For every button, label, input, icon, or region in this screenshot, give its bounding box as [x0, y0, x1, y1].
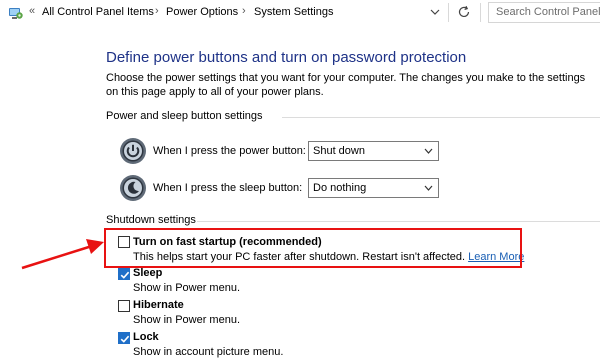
sleep-button-icon: [120, 175, 146, 201]
checkmark-icon: [120, 271, 130, 279]
chevron-down-icon: [424, 148, 433, 154]
red-arrow-icon: [21, 239, 104, 270]
page-title: Define power buttons and turn on passwor…: [106, 49, 467, 66]
chevron-right-icon[interactable]: ›: [242, 5, 246, 17]
sleep-button-action-value: Do nothing: [313, 182, 367, 194]
sleep-checkbox[interactable]: [118, 268, 130, 280]
control-panel-icon[interactable]: [8, 5, 24, 21]
hibernate-option-title: Hibernate: [133, 299, 184, 311]
group-divider: [197, 221, 600, 222]
sleep-option-description: Show in Power menu.: [133, 282, 240, 294]
hibernate-checkbox[interactable]: [118, 300, 130, 312]
divider: [480, 3, 481, 22]
chevron-right-icon[interactable]: ›: [155, 5, 159, 17]
refresh-icon[interactable]: [457, 5, 471, 19]
group-label-shutdown: Shutdown settings: [106, 214, 196, 226]
group-label-power-sleep: Power and sleep button settings: [106, 110, 263, 122]
divider: [448, 3, 449, 22]
chevron-down-icon[interactable]: [430, 7, 440, 17]
power-button-action-value: Shut down: [313, 145, 365, 157]
breadcrumb-all-control-panel-items[interactable]: All Control Panel Items: [42, 6, 154, 18]
lock-checkbox[interactable]: [118, 332, 130, 344]
hibernate-option-description: Show in Power menu.: [133, 314, 240, 326]
group-divider: [282, 117, 600, 118]
checkmark-icon: [120, 335, 130, 343]
power-button-icon: [120, 138, 146, 164]
sleep-button-label: When I press the sleep button:: [153, 182, 303, 194]
highlight-box: [104, 228, 522, 268]
sleep-button-action-select[interactable]: Do nothing: [308, 178, 439, 198]
chevron-down-icon: [424, 185, 433, 191]
chevron-double-left-icon[interactable]: «: [29, 5, 35, 17]
power-button-action-select[interactable]: Shut down: [308, 141, 439, 161]
breadcrumb-system-settings[interactable]: System Settings: [254, 6, 333, 18]
address-bar: « All Control Panel Items › Power Option…: [0, 0, 600, 26]
page-description: Choose the power settings that you want …: [106, 72, 586, 98]
power-button-label: When I press the power button:: [153, 145, 306, 157]
lock-option-description: Show in account picture menu.: [133, 346, 284, 358]
sleep-option-title: Sleep: [133, 267, 163, 279]
search-input[interactable]: Search Control Panel: [488, 2, 600, 23]
breadcrumb-power-options[interactable]: Power Options: [166, 6, 238, 18]
lock-option-title: Lock: [133, 331, 159, 343]
